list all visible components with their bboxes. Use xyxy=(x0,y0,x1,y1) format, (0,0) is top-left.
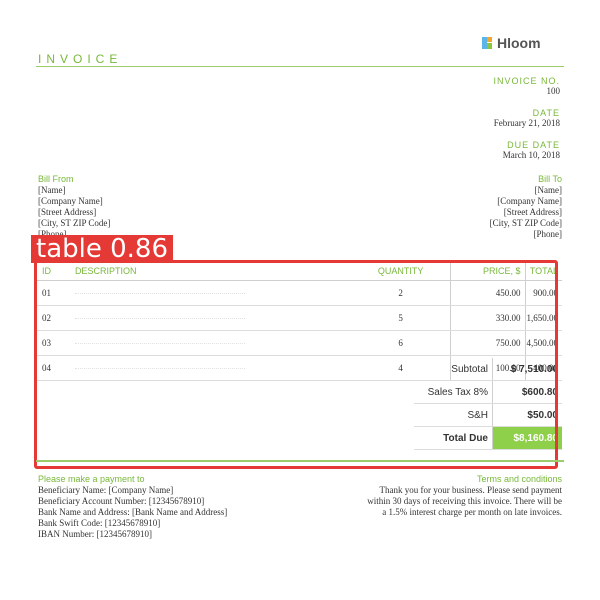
footer-divider xyxy=(36,460,564,462)
date-block: DATE February 21, 2018 xyxy=(494,108,560,128)
invoice-title: INVOICE xyxy=(38,52,123,66)
detection-label: table 0.86 xyxy=(31,235,174,263)
payment-line: Bank Name and Address: [Bank Name and Ad… xyxy=(38,507,228,517)
payment-line: IBAN Number: [12345678910] xyxy=(38,529,152,539)
payment-label: Please make a payment to xyxy=(38,474,145,484)
payment-block: Please make a payment to Beneficiary Nam… xyxy=(38,474,227,540)
date-label: DATE xyxy=(532,108,560,118)
invoice-number-label: INVOICE NO. xyxy=(493,76,560,86)
terms-text: Thank you for your business. Please send… xyxy=(367,485,562,517)
bill-from-label: Bill From xyxy=(38,174,74,184)
invoice-number-block: INVOICE NO. 100 xyxy=(493,76,560,96)
bill-from-line: [Street Address] xyxy=(38,207,97,217)
due-date-block: DUE DATE March 10, 2018 xyxy=(503,140,560,160)
title-divider xyxy=(36,66,564,67)
terms-label: Terms and conditions xyxy=(476,474,562,484)
logo: Hloom xyxy=(482,35,541,51)
logo-text: Hloom xyxy=(497,35,541,51)
invoice-number-value: 100 xyxy=(546,86,561,96)
bill-from-block: Bill From [Name] [Company Name] [Street … xyxy=(38,174,110,240)
bill-to-line: [Company Name] xyxy=(497,196,562,206)
bill-to-line: [Name] xyxy=(534,185,562,195)
due-date-label: DUE DATE xyxy=(507,140,560,150)
bill-to-line: [Phone] xyxy=(533,229,563,239)
bill-from-line: [Name] xyxy=(38,185,66,195)
payment-line: Bank Swift Code: [12345678910] xyxy=(38,518,161,528)
bill-to-block: Bill To [Name] [Company Name] [Street Ad… xyxy=(490,174,562,240)
date-value: February 21, 2018 xyxy=(493,118,560,128)
due-date-value: March 10, 2018 xyxy=(502,150,560,160)
logo-icon xyxy=(482,37,494,49)
bill-to-line: [City, ST ZIP Code] xyxy=(489,218,562,228)
detection-box xyxy=(34,260,558,469)
bill-to-line: [Street Address] xyxy=(503,207,562,217)
payment-line: Beneficiary Account Number: [12345678910… xyxy=(38,496,205,506)
bill-from-line: [Company Name] xyxy=(38,196,103,206)
payment-line: Beneficiary Name: [Company Name] xyxy=(38,485,174,495)
bill-from-line: [City, ST ZIP Code] xyxy=(38,218,111,228)
terms-block: Terms and conditions Thank you for your … xyxy=(362,474,562,518)
bill-to-label: Bill To xyxy=(538,174,562,184)
